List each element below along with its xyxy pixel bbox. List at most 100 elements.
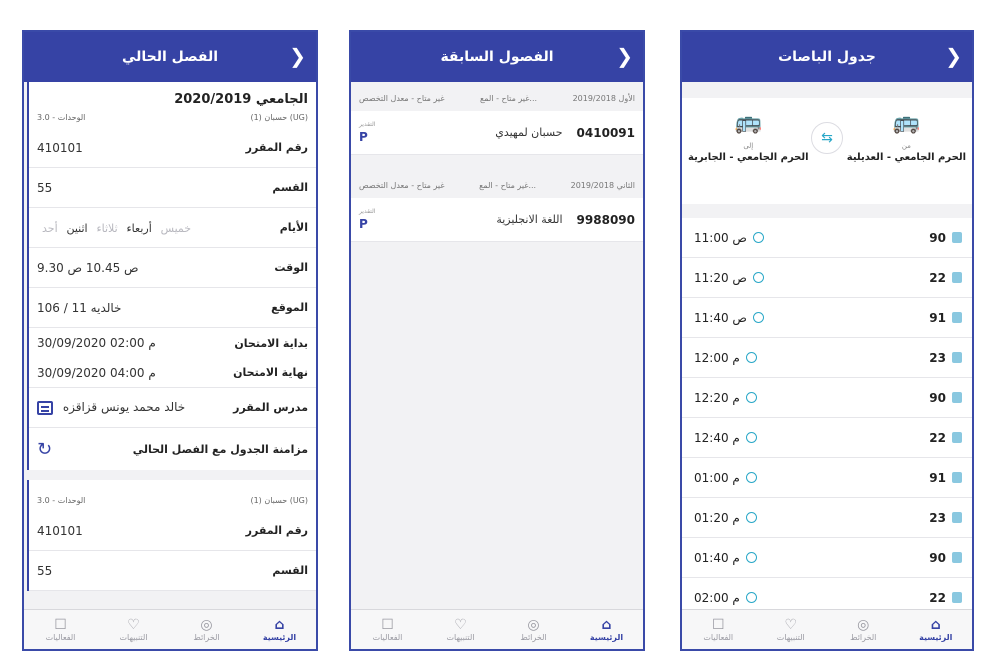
time-value: 9.30 ص 10.45 ص: [37, 260, 139, 275]
course-card-2: 3.0 - الوحدات حسبان (1) (UG) 410101 رقم …: [27, 480, 316, 591]
previous-semesters-content: غير متاح - معدل التخصص غير متاح - المع..…: [351, 82, 643, 609]
teacher-value: خالد محمد يونس قزاقزه: [62, 400, 186, 415]
semester-title: 2020/2019 الجامعي: [174, 92, 308, 107]
tab-events[interactable]: ☐ الفعاليات: [24, 610, 97, 649]
course-name: اللغة الانجليزية: [496, 213, 563, 226]
bus-number-text: 22: [929, 270, 946, 285]
course-name-2: حسبان (1) (UG): [250, 496, 308, 505]
schedule-row[interactable]: 02:00 م 22: [682, 578, 972, 609]
tab-home[interactable]: ⌂ الرئيسية: [570, 610, 643, 649]
clock-icon: [745, 512, 757, 523]
bus-number: 23: [929, 351, 962, 365]
chat-icon[interactable]: [37, 400, 53, 415]
bus-schedule-content: 🚌 من الحرم الجامعي - العديلية ⇆ 🚌 إلى ال…: [682, 82, 972, 609]
clock-icon: [745, 592, 757, 603]
tab-events[interactable]: ☐ الفعاليات: [682, 610, 755, 649]
bus-number: 91: [929, 311, 962, 325]
tab-label: الخرائط: [850, 633, 877, 642]
clock-icon: [752, 232, 764, 243]
bus-icon: [952, 392, 962, 403]
course-no-value: 410101: [37, 140, 83, 155]
departure-time: 02:00 م: [694, 591, 757, 605]
grade: التقدير P: [359, 208, 375, 231]
departure-time: 11:40 ص: [694, 311, 764, 325]
departure-time-text: 02:00 م: [694, 590, 740, 605]
schedule-row[interactable]: 12:20 م 90: [682, 378, 972, 418]
swap-direction-button[interactable]: ⇆: [811, 122, 843, 154]
schedule-row[interactable]: 12:40 م 22: [682, 418, 972, 458]
course-card: 2020/2019 الجامعي 3.0 - الوحدات حسبان (1…: [27, 82, 316, 470]
section-row-2: 55 القسم: [29, 551, 316, 591]
tab-maps[interactable]: ◎ الخرائط: [827, 610, 900, 649]
semester-term: الأول 2019/2018: [572, 94, 635, 103]
back-chevron-icon[interactable]: ❯: [945, 44, 962, 68]
tab-alerts[interactable]: ♡ التنبيهات: [97, 610, 170, 649]
tab-alerts[interactable]: ♡ التنبيهات: [755, 610, 828, 649]
course-name: حسبان (1) (UG): [250, 113, 308, 122]
map-pin-icon: ◎: [200, 617, 213, 633]
schedule-row[interactable]: 01:00 م 91: [682, 458, 972, 498]
clock-icon: [745, 392, 757, 403]
course-row[interactable]: التقدير P اللغة الانجليزية 9988090: [351, 198, 643, 242]
sync-schedule-button[interactable]: ↻ مزامنة الجدول مع الفصل الحالي: [29, 428, 316, 470]
tab-label: التنبيهات: [776, 633, 805, 642]
destination-selector[interactable]: 🚌 إلى الحرم الجامعي - الجابرية: [688, 108, 809, 163]
departure-time-text: 11:20 ص: [694, 270, 747, 285]
course-code: 0410091: [576, 125, 635, 140]
section-label: القسم: [272, 181, 308, 194]
grade-value: P: [359, 130, 368, 144]
tab-label: الخرائط: [193, 633, 220, 642]
grade-label: التقدير: [359, 208, 376, 215]
course-info: اللغة الانجليزية 9988090: [496, 213, 635, 227]
bus-stop-icon: 🚌: [892, 110, 921, 135]
bus-number-text: 22: [929, 590, 946, 605]
clock-icon: [752, 272, 764, 283]
tab-maps[interactable]: ◎ الخرائط: [497, 610, 570, 649]
back-chevron-icon[interactable]: ❯: [289, 44, 306, 68]
location-value: خالديه 11 / 106: [37, 300, 122, 315]
departure-time-text: 12:00 م: [694, 350, 740, 365]
schedule-row[interactable]: 11:00 ص 90: [682, 218, 972, 258]
schedule-row[interactable]: 11:40 ص 91: [682, 298, 972, 338]
semester-status-2: غير متاح - معدل التخصص: [359, 181, 445, 190]
tab-events[interactable]: ☐ الفعاليات: [351, 610, 424, 649]
nav-bar: الفصل الحالي ❯: [24, 32, 316, 82]
schedule-row[interactable]: 12:00 م 23: [682, 338, 972, 378]
bus-number: 22: [929, 591, 962, 605]
back-chevron-icon[interactable]: ❯: [616, 44, 633, 68]
nav-bar: جدول الباصات ❯: [682, 32, 972, 82]
schedule-row[interactable]: 01:20 م 23: [682, 498, 972, 538]
clock-icon: [745, 552, 757, 563]
departure-time-text: 01:00 م: [694, 470, 740, 485]
course-row[interactable]: التقدير P حسبان لمهيدي 0410091: [351, 111, 643, 155]
location-label: الموقع: [271, 301, 308, 314]
bus-number-text: 90: [929, 390, 946, 405]
bell-icon: ♡: [127, 617, 140, 633]
to-label: إلى: [743, 142, 754, 150]
tab-home[interactable]: ⌂ الرئيسية: [243, 610, 316, 649]
exam-start-label: بداية الامتحان: [234, 336, 308, 350]
teacher-row[interactable]: خالد محمد يونس قزاقزه مدرس المقرر: [29, 388, 316, 428]
tab-home[interactable]: ⌂ الرئيسية: [900, 610, 973, 649]
teacher-value-wrap: خالد محمد يونس قزاقزه: [37, 400, 185, 415]
course-no-label: رقم المقرر: [245, 141, 308, 154]
grade-label: التقدير: [359, 121, 376, 128]
page-title: الفصول السابقة: [440, 49, 554, 65]
semester-status-1: غير متاح - المع...: [479, 181, 537, 190]
tab-label: التنبيهات: [119, 633, 148, 642]
schedule-row[interactable]: 11:20 ص 22: [682, 258, 972, 298]
tab-maps[interactable]: ◎ الخرائط: [170, 610, 243, 649]
tab-bar: ⌂ الرئيسية ◎ الخرائط ♡ التنبيهات ☐ الفعاليات: [351, 609, 643, 649]
time-label: الوقت: [274, 261, 308, 274]
schedule-row[interactable]: 01:40 م 90: [682, 538, 972, 578]
tab-label: الفعاليات: [45, 633, 76, 642]
current-semester-screen: الفصل الحالي ❯ 2020/2019 الجامعي 3.0 - ا…: [22, 30, 318, 651]
bus-number-text: 90: [929, 230, 946, 245]
course-header: 2020/2019 الجامعي 3.0 - الوحدات حسبان (1…: [29, 82, 316, 128]
origin-selector[interactable]: 🚌 من الحرم الجامعي - العديلية: [847, 108, 966, 163]
bus-icon: [952, 552, 962, 563]
tab-alerts[interactable]: ♡ التنبيهات: [424, 610, 497, 649]
bus-icon: [952, 312, 962, 323]
bus-icon: [952, 352, 962, 363]
